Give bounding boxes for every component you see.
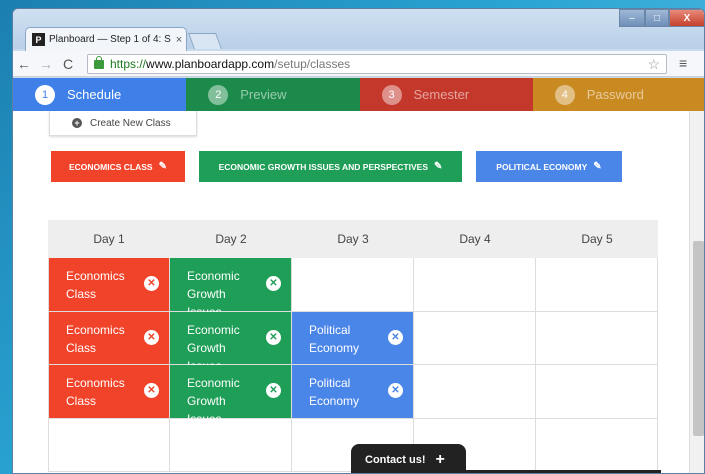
schedule-cell-economic-growth[interactable]: Economic Growth Issues ✕ (170, 258, 292, 319)
class-name: Political Economy (309, 376, 360, 408)
contact-us-button[interactable]: Contact us! + (351, 444, 466, 473)
remove-icon[interactable]: ✕ (388, 329, 403, 345)
schedule-cell-empty[interactable] (536, 365, 658, 418)
remove-icon[interactable]: ✕ (266, 383, 281, 398)
plus-icon: + (435, 450, 445, 468)
class-name: Economics Class (66, 269, 125, 301)
tab-close-icon[interactable]: × (172, 34, 186, 46)
class-chip-label: ECONOMIC GROWTH ISSUES AND PERSPECTIVES (218, 161, 428, 172)
step-number: 2 (208, 84, 229, 105)
schedule-cell-economics[interactable]: Economics Class ✕ (48, 311, 170, 364)
bookmark-star-icon[interactable]: ☆ (647, 56, 660, 73)
maximize-button[interactable]: □ (645, 9, 669, 27)
class-chip-economics[interactable]: ECONOMICS CLASS ✎ (51, 151, 185, 182)
browser-menu-icon[interactable]: ≡ (679, 55, 687, 71)
schedule-cell-economics[interactable]: Economics Class ✕ (48, 365, 170, 418)
title-bar: P Planboard — Step 1 of 4: S × – □ X (13, 9, 704, 51)
schedule-row: Economics Class ✕ Economic Growth Issues… (48, 365, 658, 426)
close-window-button[interactable]: X (669, 9, 704, 27)
day-header: Day 1 (93, 232, 125, 246)
back-arrow-icon[interactable]: ← (13, 56, 35, 72)
class-name: Economics Class (66, 376, 125, 408)
schedule-cell-empty[interactable] (536, 311, 658, 364)
page-content: 1 Schedule 2 Preview 3 Semester 4 Passwo… (13, 78, 704, 473)
step-label: Password (586, 87, 644, 102)
step-number: 1 (35, 84, 55, 105)
class-chip-economic-growth[interactable]: ECONOMIC GROWTH ISSUES AND PERSPECTIVES … (199, 151, 462, 182)
forward-arrow-icon[interactable]: → (35, 56, 57, 72)
page-scrollbar[interactable] (689, 111, 704, 473)
step-password[interactable]: 4 Password (532, 78, 704, 111)
step-number: 3 (381, 84, 402, 105)
url-path: /setup/classes (274, 57, 351, 71)
minimize-button[interactable]: – (619, 9, 645, 27)
setup-steps: 1 Schedule 2 Preview 3 Semester 4 Passwo… (13, 78, 704, 111)
reload-icon[interactable]: C (57, 56, 79, 72)
remove-icon[interactable]: ✕ (266, 276, 281, 291)
step-semester[interactable]: 3 Semester (359, 78, 533, 111)
class-name: Economics Class (66, 322, 125, 355)
create-new-class-button[interactable]: + Create New Class (49, 111, 197, 136)
remove-icon[interactable]: ✕ (266, 329, 281, 345)
address-bar[interactable]: https:// www.planboardapp.com /setup/cla… (87, 54, 667, 74)
browser-window: P Planboard — Step 1 of 4: S × – □ X ← →… (12, 8, 705, 474)
day-header: Day 3 (337, 232, 369, 246)
schedule-cell-empty[interactable] (414, 311, 536, 364)
step-number: 4 (554, 84, 575, 105)
tab-title: Planboard — Step 1 of 4: S (49, 34, 171, 45)
schedule-cell-empty[interactable] (292, 258, 414, 311)
remove-icon[interactable]: ✕ (144, 329, 159, 345)
schedule-cell-empty[interactable] (536, 258, 658, 311)
lock-icon (94, 55, 104, 69)
browser-toolbar: ← → C https:// www.planboardapp.com /set… (13, 51, 704, 77)
day-header: Day 5 (581, 232, 613, 246)
day-header: Day 2 (215, 232, 247, 246)
pencil-icon[interactable]: ✎ (159, 161, 167, 172)
day-header: Day 4 (459, 232, 491, 246)
pencil-icon[interactable]: ✎ (593, 161, 601, 172)
class-chip-label: POLITICAL ECONOMY (496, 161, 588, 172)
schedule-cell-empty[interactable] (48, 418, 170, 471)
schedule-row: Economics Class ✕ Economic Growth Issues… (48, 258, 658, 319)
schedule-cell-empty[interactable] (414, 258, 536, 311)
new-tab-button[interactable] (188, 33, 222, 49)
step-preview[interactable]: 2 Preview (186, 78, 360, 111)
schedule-grid: Day 1 Day 2 Day 3 Day 4 Day 5 Economics … (48, 220, 658, 472)
step-schedule[interactable]: 1 Schedule (13, 78, 187, 111)
contact-us-label: Contact us! (365, 453, 426, 466)
class-chip-political-economy[interactable]: POLITICAL ECONOMY ✎ (476, 151, 622, 182)
schedule-cell-economic-growth[interactable]: Economic Growth Issues ✕ (170, 365, 292, 426)
schedule-cell-empty[interactable] (536, 418, 658, 471)
class-chip-label: ECONOMICS CLASS (69, 161, 153, 172)
remove-icon[interactable]: ✕ (144, 383, 159, 398)
url-protocol: https:// (110, 57, 147, 71)
step-label: Semester (413, 87, 470, 102)
contact-bar (451, 470, 661, 473)
schedule-cell-empty[interactable] (414, 365, 536, 418)
schedule-row: Economics Class ✕ Economic Growth Issues… (48, 311, 658, 373)
create-new-class-label: Create New Class (90, 117, 171, 129)
schedule-cell-political-economy[interactable]: Political Economy ✕ (292, 311, 414, 364)
class-name: Political Economy (309, 322, 360, 355)
schedule-cell-political-economy[interactable]: Political Economy ✕ (292, 365, 414, 418)
schedule-cell-economic-growth[interactable]: Economic Growth Issues ✕ (170, 311, 292, 373)
browser-tab[interactable]: P Planboard — Step 1 of 4: S × (25, 27, 187, 51)
planboard-favicon-icon: P (32, 33, 45, 46)
remove-icon[interactable]: ✕ (388, 383, 403, 398)
step-label: Schedule (67, 87, 122, 102)
step-label: Preview (240, 87, 287, 102)
schedule-cell-economics[interactable]: Economics Class ✕ (48, 258, 170, 311)
grid-header: Day 1 Day 2 Day 3 Day 4 Day 5 (48, 220, 658, 258)
scroll-thumb[interactable] (693, 241, 704, 436)
url-host: www.planboardapp.com (146, 57, 275, 71)
pencil-icon[interactable]: ✎ (434, 161, 442, 172)
plus-circle-icon: + (72, 118, 82, 128)
remove-icon[interactable]: ✕ (144, 276, 159, 291)
schedule-cell-empty[interactable] (170, 418, 292, 471)
